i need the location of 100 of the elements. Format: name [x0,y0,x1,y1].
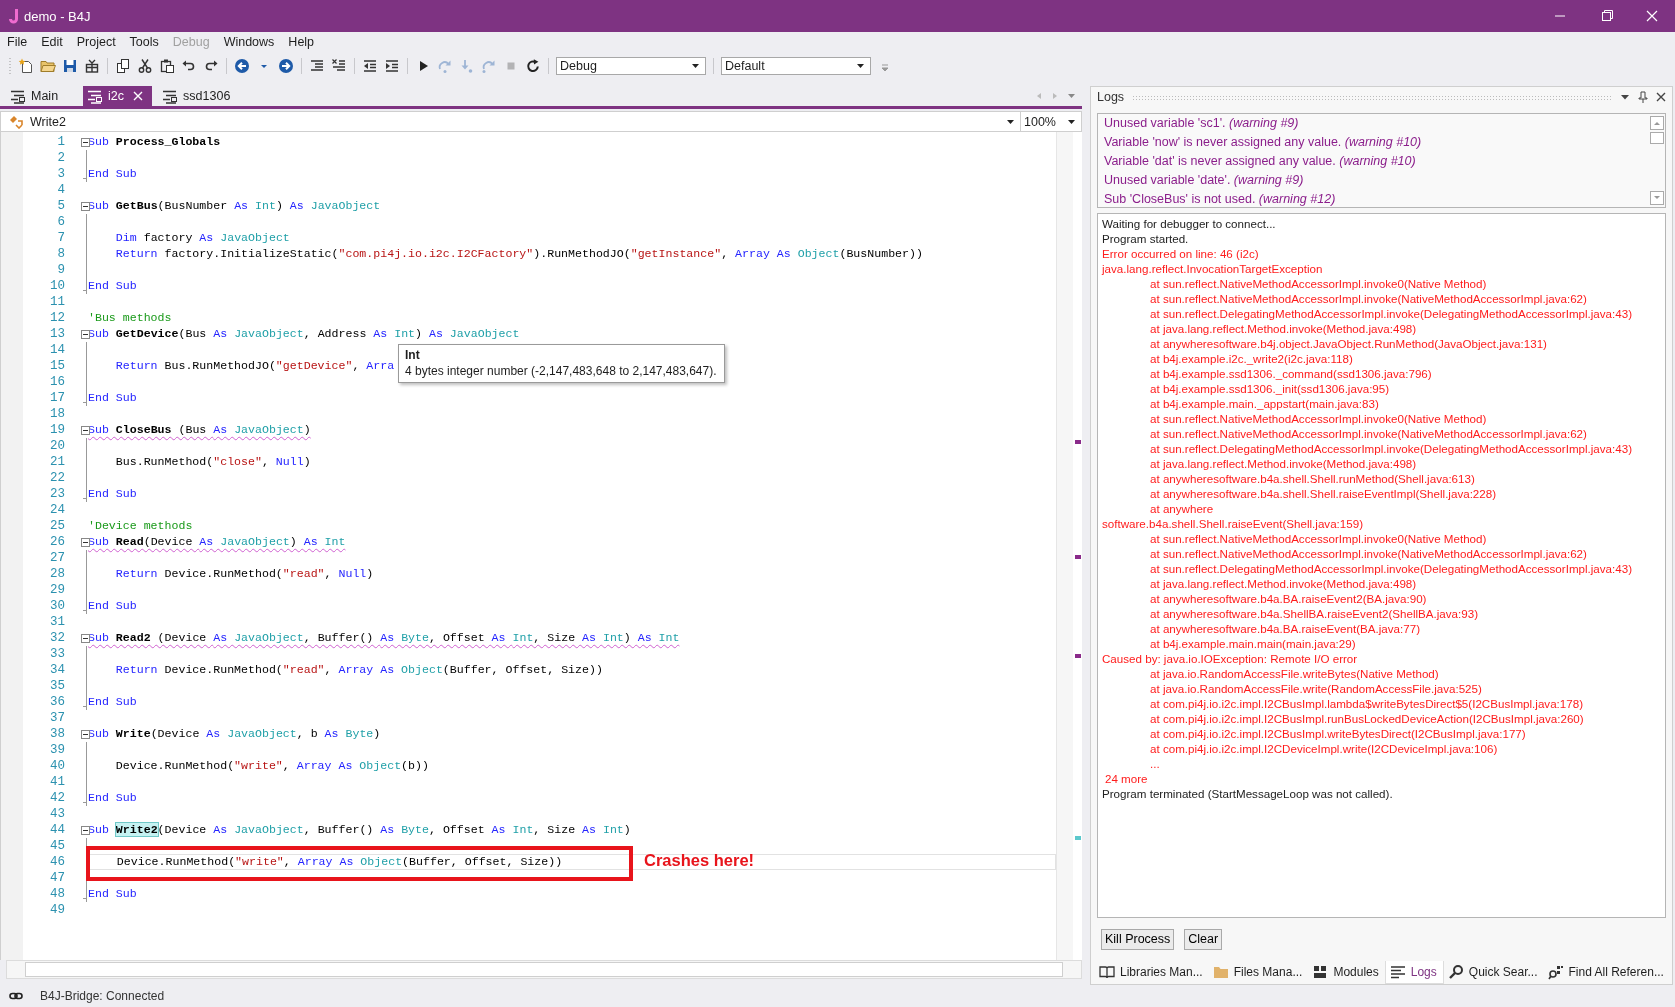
log-line: at java.lang.reflect.Method.invoke(Method.java:498) [1149,576,1418,591]
line-number: 48 [49,886,65,902]
warning-marker [1075,555,1081,560]
code-line: Return factory.InitializeStatic("com.pi4j.io.i2c.I2CFactory").RunMethodJO("getInstance", Array As Object(BusNumber)) [114,246,923,262]
code-line: End Sub [87,694,137,710]
line-number: 21 [49,454,65,470]
log-button[interactable]: Kill Process [1101,928,1175,950]
dock-tab[interactable]: Libraries Man... [1095,961,1209,983]
log-line: at anywheresoftware.b4a.shell.Shell.runMethod(Shell.java:613) [1149,471,1476,486]
collapse-icon[interactable] [81,537,90,547]
log-line: at sun.reflect.DelegatingMethodAccessorImpl.invoke(DelegatingMethodAccessorImpl.java:43) [1149,306,1634,321]
menu-item[interactable]: Edit [34,35,70,49]
line-number: 37 [49,710,65,726]
menu-item[interactable]: Windows [216,35,282,49]
editor-tab[interactable]: ssd1306 [158,86,240,106]
warning-message[interactable]: Unused variable 'sc1'. (warning #9) [1104,114,1648,133]
uncomment-lines-icon[interactable] [331,58,347,74]
log-line: at com.pi4j.io.i2c.impl.I2CBusImpl.runBusLockedDeviceAction(I2CBusImpl.java:260) [1149,711,1585,726]
menu-item[interactable]: Project [69,35,123,49]
collapse-icon[interactable] [81,425,90,435]
log-line: at java.io.RandomAccessFile.writeBytes(Native Method) [1149,666,1440,681]
indent-icon[interactable] [384,58,400,74]
build-config-dropdown[interactable]: Debug [556,57,706,75]
dock-tab[interactable]: Find All Referen... [1543,961,1670,983]
collapse-icon[interactable] [81,329,90,339]
line-number: 5 [56,198,65,214]
warning-marker [1075,439,1081,444]
code-line: Return Bus.RunMethodJO("getDevice", Arra [114,358,395,374]
dock-tab[interactable]: Logs [1384,960,1444,984]
log-line: at b4j.example.main.main(main.java:29) [1149,636,1357,651]
log-line: at sun.reflect.NativeMethodAccessorImpl.invoke0(Native Method) [1149,276,1488,291]
comment-lines-icon[interactable] [309,58,325,74]
save-icon[interactable] [62,58,78,74]
collapse-icon[interactable] [81,633,90,643]
outdent-icon[interactable] [362,58,378,74]
line-number: 8 [56,246,65,262]
line-number: 29 [49,582,65,598]
scroll-down-icon[interactable] [1649,191,1664,205]
line-number: 31 [49,614,65,630]
code-line: 'Bus methods [87,310,172,326]
log-line: at anywheresoftware.b4j.object.JavaObject.RunMethod(JavaObject.java:131) [1149,336,1548,351]
warning-message[interactable]: Sub 'CloseBus' is not used. (warning #12) [1104,190,1648,207]
tooltip-title: Int [405,348,421,363]
line-number: 42 [49,790,65,806]
code-line: End Sub [87,886,137,902]
log-button[interactable]: Clear [1184,928,1223,950]
log-line: Program started. [1102,231,1190,246]
log-line: at sun.reflect.NativeMethodAccessorImpl.invoke(NativeMethodAccessorImpl.java:62) [1149,291,1588,306]
forward-icon[interactable] [278,58,294,74]
collapse-icon[interactable] [81,137,90,147]
caret-icon[interactable] [1620,93,1630,101]
menu-item[interactable]: Help [281,35,322,49]
log-line: at b4j.example.main._appstart(main.java:83) [1149,396,1380,411]
new-file-icon[interactable] [18,58,34,74]
module-icon [10,88,25,104]
scroll-thumb[interactable] [1649,132,1664,144]
collapse-icon[interactable] [81,201,90,211]
line-number: 46 [49,854,65,870]
clipboard-icon[interactable] [159,58,175,74]
menu-item[interactable]: Tools [122,35,166,49]
log-line: Error occurred on line: 46 (i2c) [1102,246,1260,261]
collapse-icon[interactable] [81,729,90,739]
pin-icon[interactable] [1638,91,1648,103]
scissors-icon[interactable] [137,58,153,74]
menu-item[interactable]: File [0,35,35,49]
vertical-scrollbar[interactable] [1056,132,1073,960]
close-icon[interactable] [1656,92,1666,102]
restart-icon[interactable] [525,58,541,74]
code-line: Return Device.RunMethod("read", Null) [114,566,374,582]
platform-dropdown[interactable]: Default [721,57,871,75]
line-number: 13 [49,326,65,342]
dock-tab[interactable]: Modules [1308,961,1385,983]
dock-tab[interactable]: Files Mana... [1208,961,1309,983]
log-line: at anywheresoftware.b4a.ShellBA.raiseEvent2(ShellBA.java:93) [1149,606,1480,621]
copy-icon[interactable] [115,58,131,74]
log-line: at sun.reflect.NativeMethodAccessorImpl.invoke(NativeMethodAccessorImpl.java:62) [1149,546,1588,561]
log-line: 24 more [1104,771,1149,786]
warning-message[interactable]: Unused variable 'date'. (warning #9) [1104,171,1648,190]
line-number: 7 [56,230,65,246]
search-icon [1447,964,1464,980]
warning-message[interactable]: Variable 'now' is never assigned any value. (warning #10) [1104,133,1648,152]
editor-tab[interactable]: i2c [83,86,153,106]
warning-message[interactable]: Variable 'dat' is never assigned any value. (warning #10) [1104,152,1648,171]
log-line: at b4j.example.i2c._write2(i2c.java:118) [1149,351,1354,366]
scroll-thumb[interactable] [25,962,1063,977]
package-icon[interactable] [84,58,100,74]
editor-tab[interactable]: Main [6,86,68,106]
horizontal-scrollbar[interactable] [6,960,1082,979]
log-line: at sun.reflect.DelegatingMethodAccessorImpl.invoke(DelegatingMethodAccessorImpl.java:43) [1149,441,1634,456]
log-line: at sun.reflect.DelegatingMethodAccessorImpl.invoke(DelegatingMethodAccessorImpl.java:43) [1149,561,1634,576]
back-icon[interactable] [234,58,250,74]
scroll-up-icon[interactable] [1649,116,1664,130]
line-number: 32 [49,630,65,646]
log-line: at sun.reflect.NativeMethodAccessorImpl.invoke0(Native Method) [1149,411,1488,426]
vertical-scrollbar[interactable] [1648,114,1665,207]
log-line: at b4j.example.ssd1306._command(ssd1306.java:796) [1149,366,1433,381]
folder-icon[interactable] [40,58,56,74]
line-number: 17 [49,390,65,406]
collapse-icon[interactable] [81,825,90,835]
dock-tab[interactable]: Quick Sear... [1443,961,1544,983]
